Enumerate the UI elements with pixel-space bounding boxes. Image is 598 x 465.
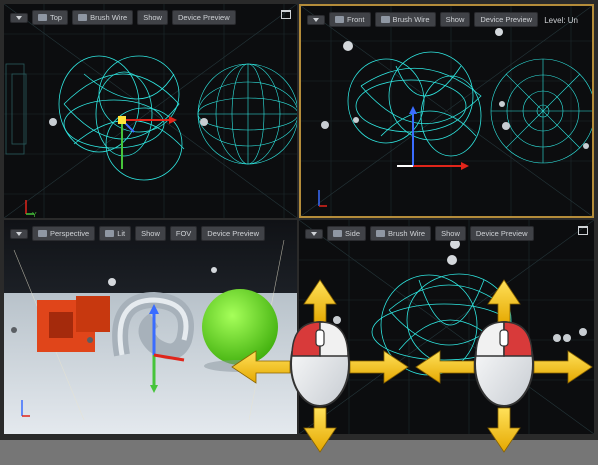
viewport-type-icon bbox=[38, 14, 47, 21]
view-mode-icon bbox=[376, 230, 386, 237]
chevron-down-icon bbox=[311, 231, 317, 236]
chevron-down-icon bbox=[16, 15, 22, 20]
maximize-icon[interactable] bbox=[281, 10, 291, 19]
bottom-bar bbox=[0, 440, 598, 465]
show-button[interactable]: Show bbox=[439, 12, 471, 27]
top-scene: Y bbox=[4, 4, 297, 218]
side-scene bbox=[299, 220, 594, 434]
chevron-down-icon bbox=[16, 231, 22, 236]
show-button[interactable]: Show bbox=[135, 226, 166, 241]
chevron-down-icon bbox=[313, 17, 319, 22]
viewport-menu-button[interactable] bbox=[305, 228, 323, 239]
fov-button[interactable]: FOV bbox=[169, 226, 198, 241]
viewport-menu-button[interactable] bbox=[10, 228, 28, 239]
device-preview-button[interactable]: Device Preview bbox=[171, 10, 236, 25]
view-mode-button[interactable]: Brush Wire bbox=[374, 12, 436, 27]
viewport-type-button[interactable]: Perspective bbox=[32, 226, 96, 241]
viewport-menu-button[interactable] bbox=[307, 14, 325, 25]
view-mode-icon bbox=[78, 14, 88, 21]
view-mode-button[interactable]: Brush Wire bbox=[72, 10, 134, 25]
viewport-menu-button[interactable] bbox=[10, 12, 28, 23]
show-button[interactable]: Show bbox=[435, 226, 466, 241]
view-mode-button[interactable]: Lit bbox=[99, 226, 132, 241]
viewport-type-icon bbox=[333, 230, 342, 237]
device-preview-button[interactable]: Device Preview bbox=[201, 226, 265, 241]
viewport-type-button[interactable]: Front bbox=[329, 12, 371, 27]
viewport-grid: Y Top Brush Wire Show Device Preview Fro… bbox=[0, 0, 598, 440]
viewport-type-icon bbox=[335, 16, 344, 23]
maximize-icon[interactable] bbox=[578, 226, 588, 235]
perspective-scene bbox=[4, 220, 297, 434]
device-preview-button[interactable]: Device Preview bbox=[469, 226, 534, 241]
viewport-front[interactable]: Front Brush Wire Show Device Preview Lev… bbox=[299, 4, 594, 218]
viewport-side[interactable]: Side Brush Wire Show Device Preview bbox=[299, 220, 594, 434]
view-mode-button[interactable]: Brush Wire bbox=[370, 226, 432, 241]
viewport-top[interactable]: Y Top Brush Wire Show Device Preview bbox=[4, 4, 297, 218]
level-label: Level: Un bbox=[544, 16, 578, 25]
front-scene bbox=[301, 6, 592, 216]
view-mode-icon bbox=[105, 230, 115, 237]
viewport-type-icon bbox=[38, 230, 47, 237]
viewport-perspective[interactable]: Perspective Lit Show FOV Device Preview bbox=[4, 220, 297, 434]
show-button[interactable]: Show bbox=[137, 10, 168, 25]
view-mode-icon bbox=[380, 16, 390, 23]
device-preview-button[interactable]: Device Preview bbox=[474, 12, 539, 27]
viewport-type-button[interactable]: Top bbox=[32, 10, 69, 25]
viewport-type-button[interactable]: Side bbox=[327, 226, 367, 241]
svg-text:Y: Y bbox=[32, 212, 37, 218]
